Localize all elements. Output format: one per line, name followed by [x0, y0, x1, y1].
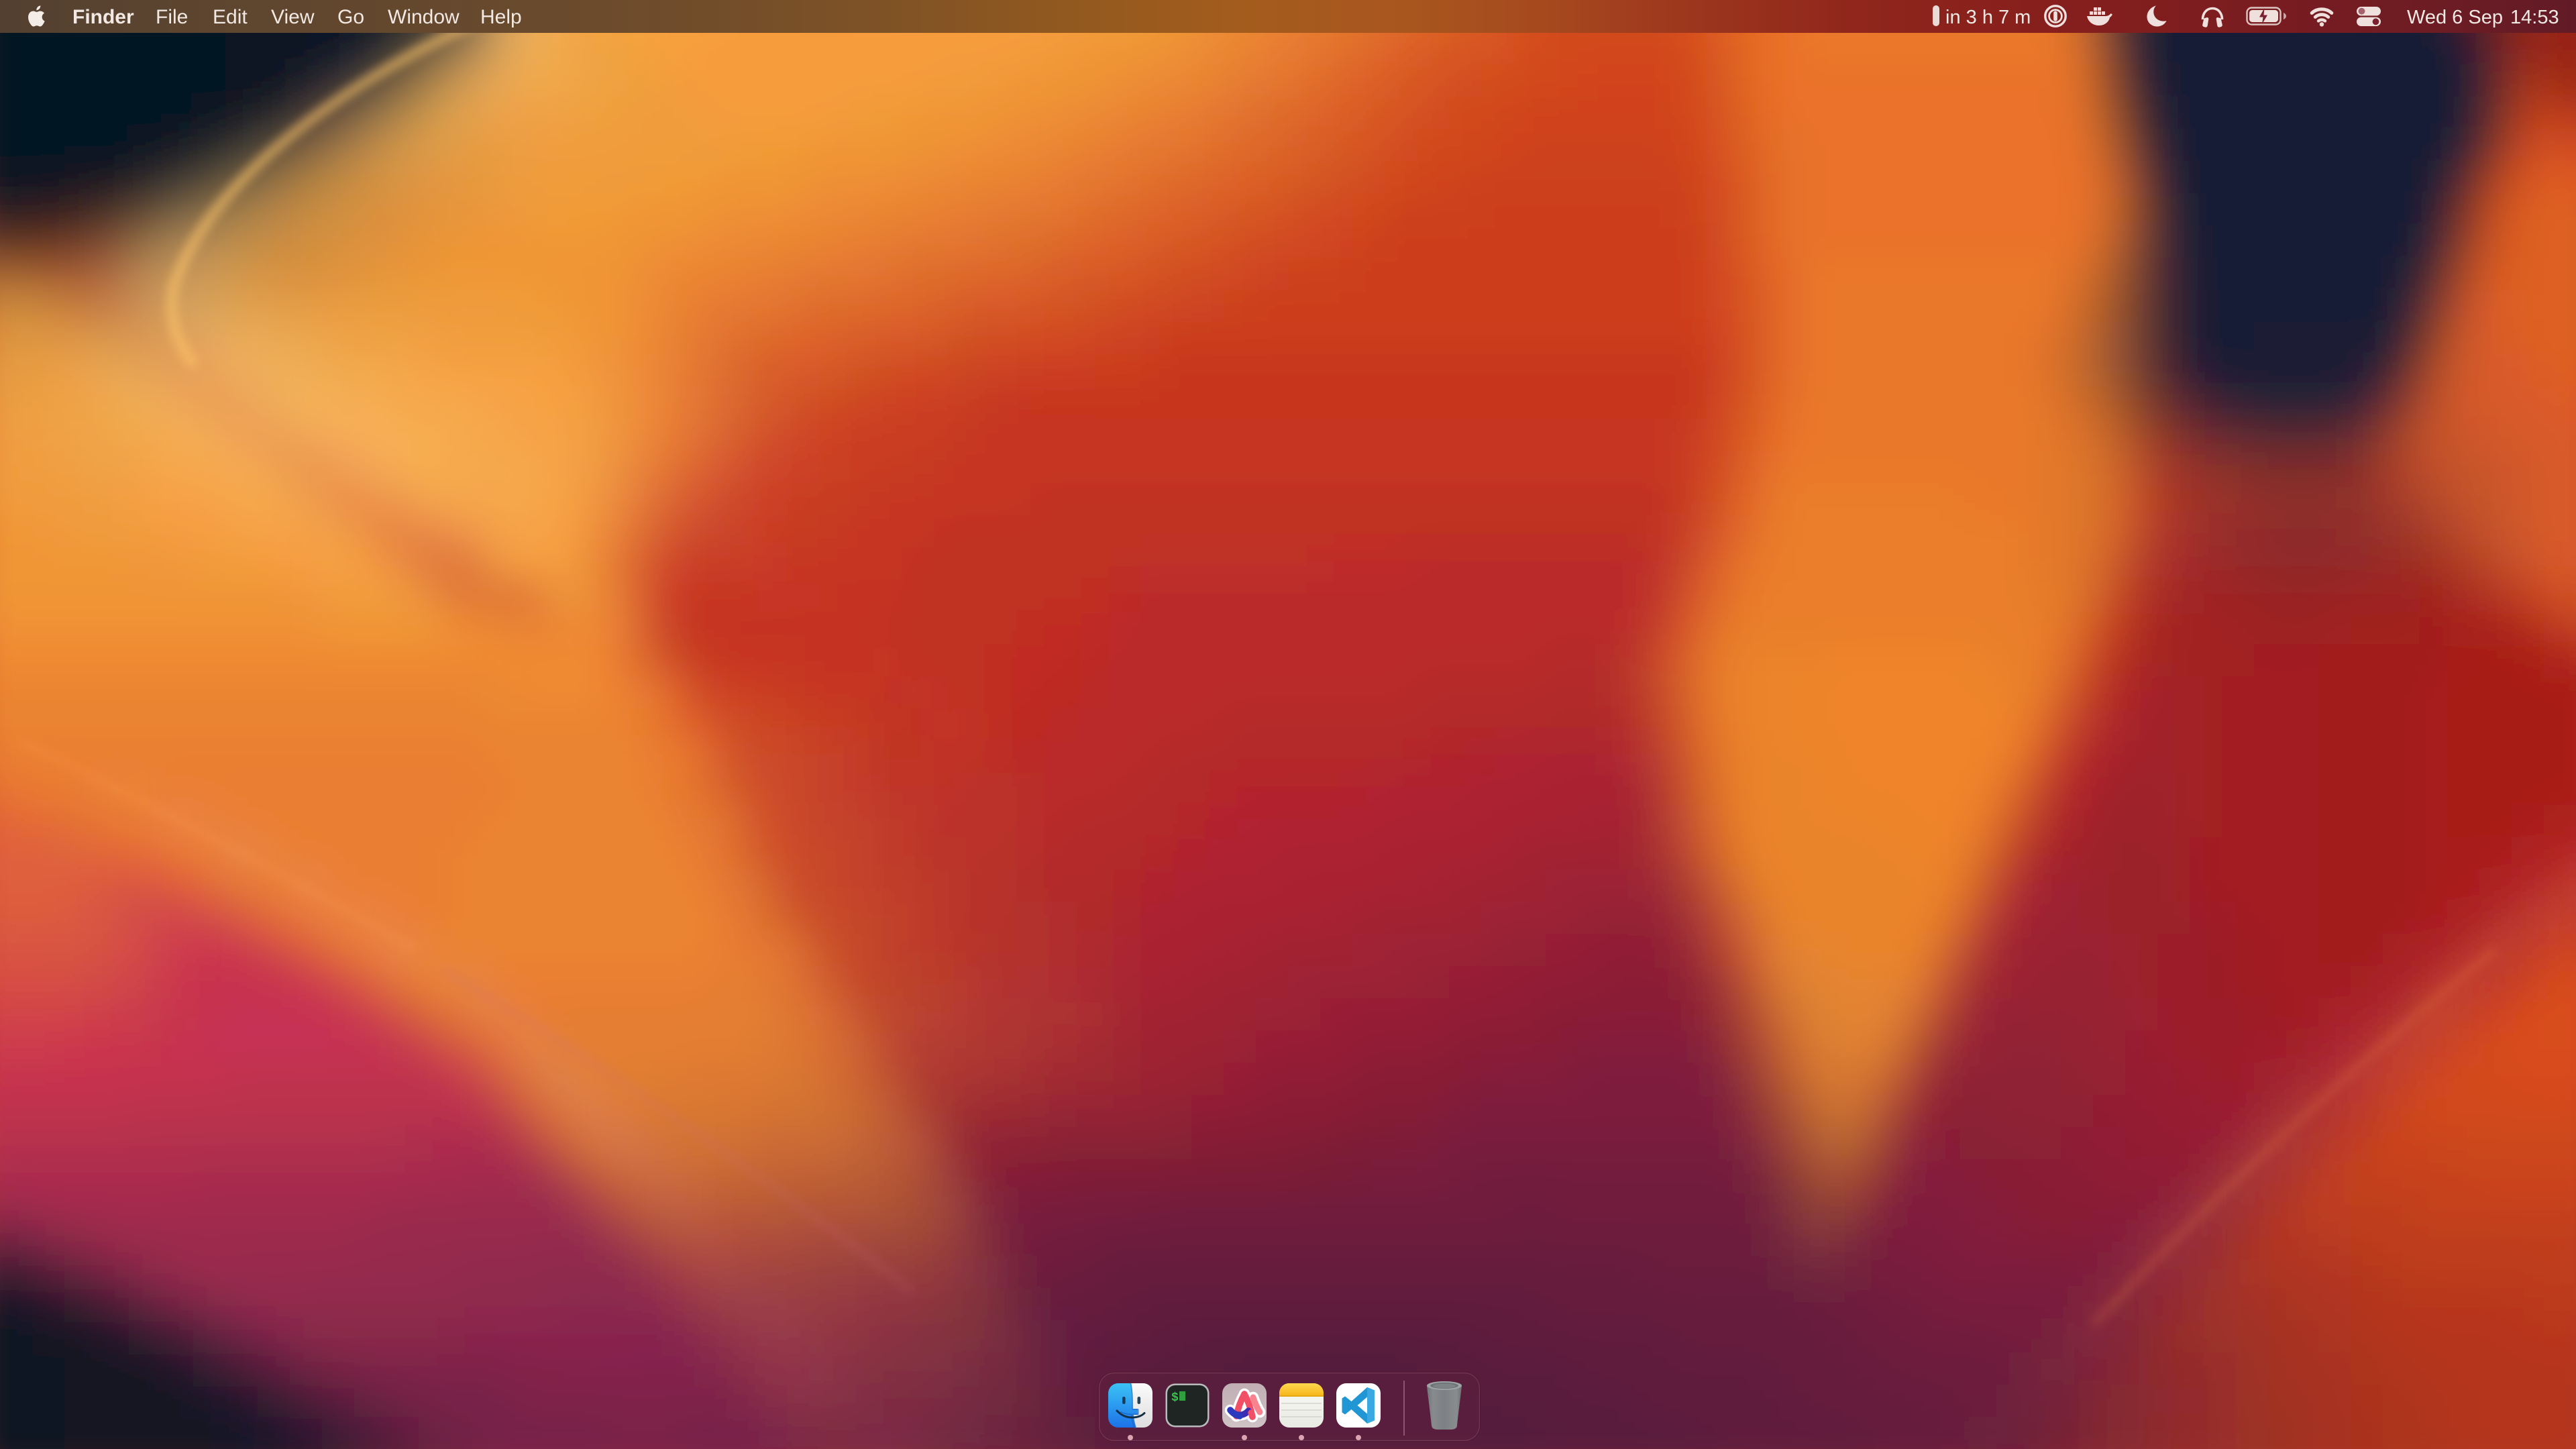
svg-text:$: $ [1171, 1391, 1179, 1405]
